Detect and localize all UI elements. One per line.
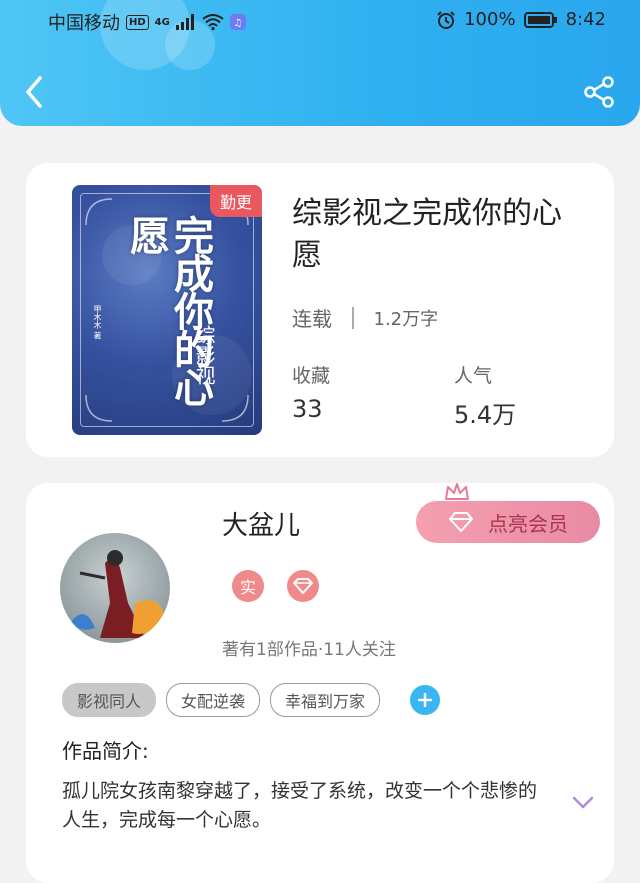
chevron-down-icon[interactable]	[572, 795, 594, 811]
favorites-label: 收藏	[292, 365, 331, 387]
favorites-count: 33	[292, 395, 323, 423]
add-tag-button[interactable]	[410, 685, 441, 715]
share-icon[interactable]	[584, 76, 616, 108]
wifi-icon	[202, 14, 224, 30]
hd-icon: HD	[126, 14, 149, 30]
serial-status: 连载	[292, 307, 332, 331]
carrier-label: 中国移动	[48, 13, 120, 34]
author-card: 大盆儿 点亮会员 实 著有1部作品·11人关注 影视同人 女配逆袭 幸福到万家 …	[26, 483, 614, 883]
book-status-row: 连载 1.2万字	[292, 303, 438, 332]
cover-author: 甲木木 著	[93, 305, 102, 340]
top-header: 中国移动 HD 4G ♫ 100% 8:42	[0, 0, 640, 126]
music-app-icon: ♫	[229, 14, 246, 30]
popularity-label: 人气	[454, 365, 493, 387]
tag-item[interactable]: 女配逆袭	[166, 683, 261, 717]
tag-item[interactable]: 影视同人	[62, 683, 157, 717]
author-name: 大盆儿	[222, 511, 301, 541]
popularity-count: 5.4万	[454, 401, 517, 429]
tag-list: 影视同人 女配逆袭 幸福到万家	[62, 683, 441, 717]
crown-icon	[445, 483, 469, 500]
update-tag: 勤更	[209, 185, 262, 217]
synopsis-label: 作品简介:	[62, 739, 149, 763]
back-arrow-icon[interactable]	[20, 74, 52, 110]
status-bar: 中国移动 HD 4G ♫ 100% 8:42	[0, 0, 640, 44]
diamond-icon	[449, 512, 473, 532]
avatar-illustration	[70, 550, 165, 638]
synopsis-text: 孤儿院女孩南黎穿越了，接受了系统，改变一个个悲惨的人生，完成每一个心愿。	[62, 780, 538, 831]
vip-diamond-badge[interactable]	[287, 570, 319, 602]
book-title: 综影视之完成你的心愿	[292, 196, 562, 273]
author-stats: 著有1部作品·11人关注	[222, 640, 396, 660]
real-name-badge[interactable]: 实	[232, 570, 264, 602]
avatar[interactable]	[60, 533, 170, 643]
activate-vip-button[interactable]: 点亮会员	[416, 501, 600, 543]
book-cover[interactable]: 完成你的心愿 综影视 甲木木 著 勤更	[72, 185, 262, 435]
diamond-icon	[293, 578, 313, 594]
svg-text:♫: ♫	[233, 18, 242, 29]
network-label: 4G	[154, 16, 170, 28]
plus-icon	[418, 693, 433, 707]
divider	[352, 306, 354, 329]
word-count: 1.2万字	[373, 308, 439, 330]
vip-button-label: 点亮会员	[488, 511, 568, 536]
cover-subtitle: 综影视	[192, 325, 216, 385]
tag-item[interactable]: 幸福到万家	[270, 683, 381, 717]
battery-icon	[523, 11, 557, 28]
signal-icon	[175, 14, 194, 30]
clock-time: 8:42	[565, 9, 606, 30]
alarm-icon	[437, 10, 455, 29]
book-info-card: 完成你的心愿 综影视 甲木木 著 勤更 综影视之完成你的心愿 连载 1.2万字 …	[26, 163, 614, 457]
battery-percent: 100%	[464, 9, 516, 30]
